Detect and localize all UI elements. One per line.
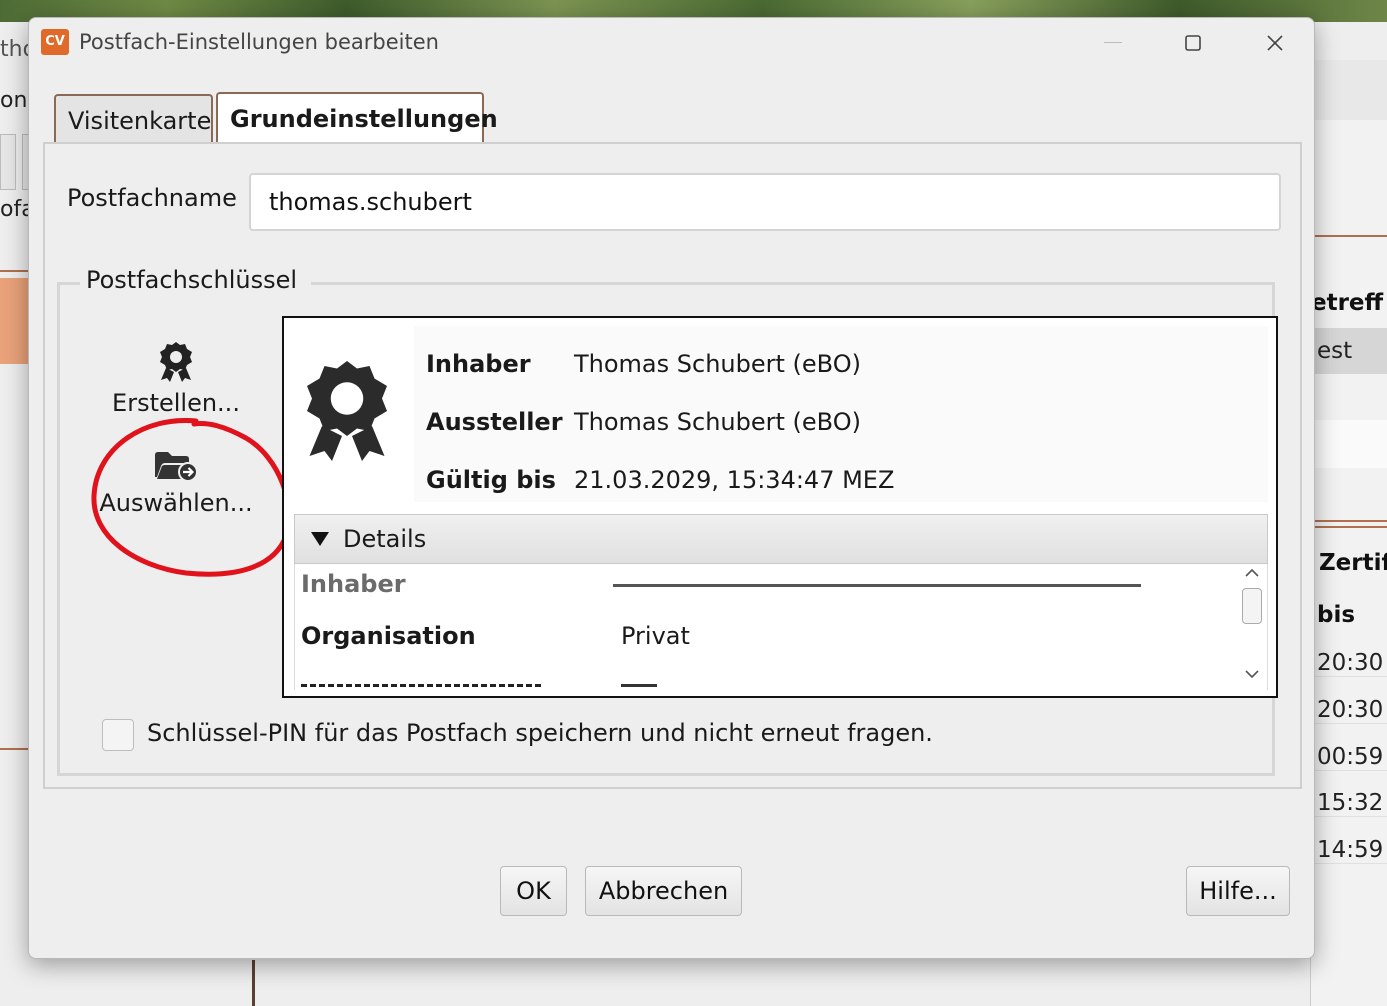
right-cell-time: 00:59 [1311,744,1387,771]
certificate-display: Inhaber Thomas Schubert (eBO) Aussteller… [282,316,1278,698]
details-row-clipped [301,680,561,690]
cert-key: Inhaber [426,350,531,378]
minimize-button[interactable] [1089,26,1137,60]
right-cell-betreff: est [1317,338,1353,364]
save-pin-label[interactable]: Schlüssel-PIN für das Postfach speichern… [147,719,933,747]
details-scrollbar[interactable] [1237,564,1267,690]
minimize-icon [1104,42,1122,43]
column-header-betreff[interactable]: etreff [1311,290,1387,316]
select-key-button[interactable]: Auswählen... [76,449,276,517]
parent-button-1[interactable] [0,134,16,190]
grundeinstellungen-panel: Postfachname Postfachschlüssel Erstellen… [43,142,1302,789]
clipped-value-fragment [621,684,657,690]
close-button[interactable] [1251,26,1299,60]
details-row-key: Organisation [301,622,476,650]
right-divider-2 [1311,520,1387,522]
postfachname-input[interactable] [249,173,1281,231]
cert-value: Thomas Schubert (eBO) [574,408,861,436]
create-key-label: Erstellen... [112,389,240,417]
parent-fragment-2: on [0,88,28,113]
select-key-label: Auswählen... [99,489,253,517]
ok-button[interactable]: OK [500,866,567,916]
scroll-thumb[interactable] [1242,588,1262,624]
right-cell-time: 14:59 [1311,837,1387,864]
cert-value: Thomas Schubert (eBO) [574,350,861,378]
right-cell-time: 20:30 [1311,650,1387,677]
right-divider-3 [1311,526,1387,528]
right-cell-time: 20:30 [1311,697,1387,724]
postfachschluessel-group: Postfachschlüssel Erstellen... Auswählen… [57,266,1278,776]
details-label: Details [343,525,427,553]
scroll-up-icon[interactable] [1243,566,1261,578]
app-logo-icon: CV [41,29,69,55]
postfachschluessel-legend: Postfachschlüssel [80,266,312,294]
maximize-button[interactable] [1169,26,1217,60]
certificate-summary: Inhaber Thomas Schubert (eBO) Aussteller… [414,326,1268,502]
scroll-down-icon[interactable] [1243,668,1261,680]
help-button[interactable]: Hilfe... [1186,866,1290,916]
right-cell-time: 15:32 [1311,790,1387,817]
column-header-zertifikat[interactable]: Zertif [1319,550,1387,576]
parent-right-panel: etreff est Zertif bis 20:30 20:30 00:59 … [1310,60,1387,1006]
parent-splitter[interactable] [252,960,255,1006]
cert-key: Aussteller [426,408,563,436]
parent-divider-2 [0,748,30,750]
details-expander[interactable]: Details [294,514,1268,564]
details-list: Inhaber Organisation Privat [294,564,1268,690]
tab-visitenkarte[interactable]: Visitenkarte [54,94,213,142]
cancel-button[interactable]: Abbrechen [585,866,742,916]
cert-key: Gültig bis [426,466,556,494]
details-row-key: Inhaber [301,570,406,598]
certificate-badge-icon [160,342,192,382]
folder-open-icon [155,452,198,482]
parent-divider [0,270,30,272]
create-key-button[interactable]: Erstellen... [76,341,276,417]
maximize-icon [1185,35,1201,51]
postfachname-label: Postfachname [67,184,237,212]
dialog-title: Postfach-Einstellungen bearbeiten [79,30,439,54]
parent-toolbar-area [1311,60,1387,120]
close-icon [1267,35,1283,51]
expand-triangle-icon [311,532,329,546]
tab-grundeinstellungen[interactable]: Grundeinstellungen [216,92,498,144]
details-separator [613,584,1141,587]
column-header-bis[interactable]: bis [1317,602,1387,628]
mailbox-settings-dialog: CV Postfach-Einstellungen bearbeiten Vis… [28,17,1315,959]
parent-selected-row[interactable] [0,278,28,364]
details-row-value: Privat [621,622,690,650]
dialog-titlebar[interactable]: CV Postfach-Einstellungen bearbeiten [29,18,1314,70]
right-divider-1 [1311,235,1387,237]
right-row-blank [1311,420,1387,468]
clipped-text-fragment [301,684,541,688]
certificate-badge-icon [307,361,387,461]
cert-value: 21.03.2029, 15:34:47 MEZ [574,466,895,494]
save-pin-checkbox[interactable] [102,719,134,751]
